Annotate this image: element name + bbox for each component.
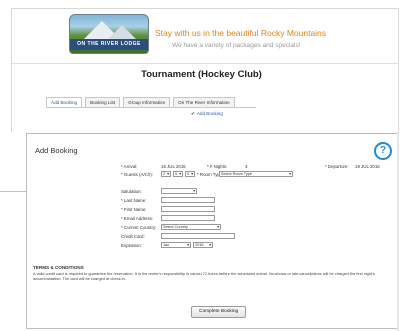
chevron-down-icon: ▾ xyxy=(217,225,219,229)
page-title: Tournament (Hockey Club) xyxy=(141,69,262,80)
help-icon[interactable]: ? xyxy=(374,142,392,160)
guests-label: * Guests (A/C/I): xyxy=(121,172,153,177)
add-booking-link-label: Add Booking xyxy=(196,111,223,116)
tab-booking-list[interactable]: Booking List xyxy=(85,97,121,107)
credit-card-field[interactable] xyxy=(161,233,235,239)
nights-value[interactable]: 3 xyxy=(245,164,247,169)
subtagline: We have a variety of packages and specia… xyxy=(172,42,301,49)
guests-adults-value: 2 xyxy=(163,172,166,176)
expiration-month-value: Jan xyxy=(163,243,170,247)
arrival-value[interactable]: 16 JUL 2016 xyxy=(161,164,186,169)
check-icon: ✔ xyxy=(191,111,195,116)
expiration-label: Expiration: xyxy=(121,243,142,248)
guests-infants-value: 0 xyxy=(187,172,190,176)
room-type-value: Select Room Type xyxy=(221,172,252,176)
room-type-select[interactable]: Select Room Type ▾ xyxy=(219,171,293,177)
country-value: Select Country xyxy=(163,225,188,229)
left-divider xyxy=(0,191,26,192)
email-label: * Email Address: xyxy=(121,216,154,221)
arrival-label: * Arrival: xyxy=(121,164,138,169)
chevron-down-icon: ▾ xyxy=(209,243,211,247)
departure-value: 19 JUL 2016 xyxy=(355,164,380,169)
guests-children-value: 0 xyxy=(175,172,178,176)
guests-infants-select[interactable]: 0 ▾ xyxy=(185,171,195,177)
chevron-down-icon: ▾ xyxy=(179,172,181,176)
last-name-field[interactable] xyxy=(161,197,215,203)
add-booking-panel: Add Booking ? * Arrival: 16 JUL 2016 * #… xyxy=(26,133,399,329)
first-name-field[interactable] xyxy=(161,206,215,212)
left-margin xyxy=(0,133,26,331)
page: ON THE RIVER LODGE Stay with us in the b… xyxy=(0,0,403,331)
chevron-down-icon: ▾ xyxy=(289,172,291,176)
tab-divider xyxy=(46,107,256,108)
tab-group-information[interactable]: Group Information xyxy=(123,97,171,107)
chevron-down-icon: ▾ xyxy=(193,189,195,193)
guests-adults-select[interactable]: 2 ▾ xyxy=(161,171,171,177)
chevron-down-icon: ▾ xyxy=(167,172,169,176)
lodge-logo[interactable]: ON THE RIVER LODGE xyxy=(69,14,149,54)
expiration-year-select[interactable]: 2016 ▾ xyxy=(193,242,213,248)
chevron-down-icon: ▾ xyxy=(191,172,193,176)
tab-add-booking[interactable]: Add Booking xyxy=(46,97,83,107)
mountain-icon xyxy=(108,25,136,39)
expiration-month-select[interactable]: Jan ▾ xyxy=(161,242,191,248)
tagline: Stay with us in the beautiful Rocky Moun… xyxy=(155,28,327,38)
nights-label: * # Nights: xyxy=(207,164,228,169)
panel-shadow xyxy=(397,131,399,331)
terms-text: A valid credit card is required to guara… xyxy=(33,271,375,282)
guests-children-select[interactable]: 0 ▾ xyxy=(173,171,183,177)
salutation-label: Salutation: xyxy=(121,189,142,194)
departure-label: * Departure: xyxy=(325,164,349,169)
header-divider xyxy=(12,63,398,64)
salutation-select[interactable]: ▾ xyxy=(161,188,197,194)
credit-card-label: Credit Card: xyxy=(121,234,145,239)
chevron-down-icon: ▾ xyxy=(187,243,189,247)
add-booking-link[interactable]: ✔ Add Booking xyxy=(191,111,223,117)
logo-text: ON THE RIVER LODGE xyxy=(70,39,148,50)
expiration-year-value: 2016 xyxy=(195,243,204,247)
last-name-label: * Last Name: xyxy=(121,198,147,203)
complete-booking-button[interactable]: Complete Booking xyxy=(191,306,247,318)
panel-title: Add Booking xyxy=(35,146,78,155)
first-name-label: * First Name: xyxy=(121,207,147,212)
country-select[interactable]: Select Country ▾ xyxy=(161,224,221,230)
tab-on-the-river-information[interactable]: On The River Information xyxy=(173,97,235,107)
country-label: * Current Country: xyxy=(121,225,157,230)
email-field[interactable] xyxy=(161,215,215,221)
terms-title: TERMS & CONDITIONS xyxy=(33,265,84,270)
